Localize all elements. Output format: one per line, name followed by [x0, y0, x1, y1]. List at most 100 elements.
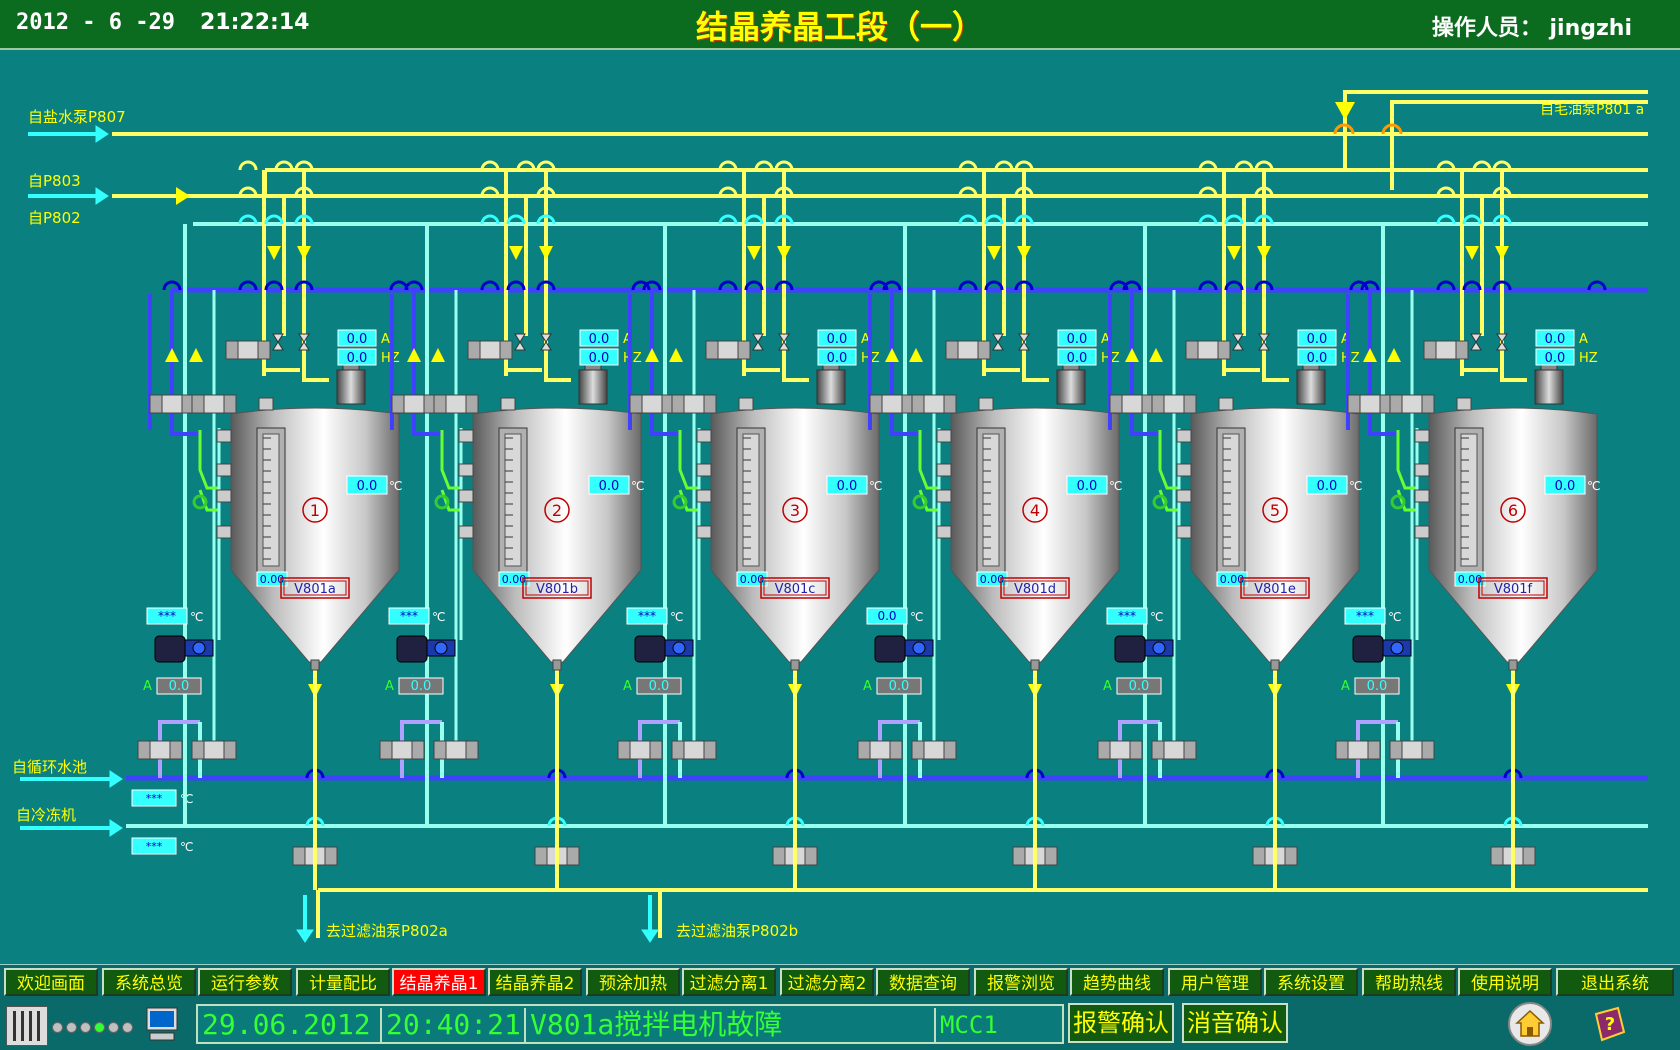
control-valve-icon[interactable] [154, 635, 186, 663]
tank-vessel[interactable] [1428, 407, 1598, 663]
return-valve[interactable] [1401, 740, 1423, 760]
control-valve-icon[interactable] [874, 635, 906, 663]
feed-valve[interactable] [479, 340, 501, 360]
tank-vessel[interactable] [472, 407, 642, 663]
agitator-motor-icon[interactable] [336, 369, 366, 405]
agitator-motor-icon[interactable] [816, 369, 846, 405]
cooling-valve[interactable] [1359, 394, 1381, 414]
tank-number: 3 [790, 501, 800, 520]
hand-valve-icon[interactable] [752, 333, 764, 351]
tank-vessel[interactable] [710, 407, 880, 663]
nav-button[interactable]: 报警浏览 [974, 968, 1068, 996]
return-valve[interactable] [1163, 740, 1185, 760]
hand-valve-icon[interactable] [514, 333, 526, 351]
nav-button[interactable]: 结晶养晶2 [488, 968, 582, 996]
cooling-valve[interactable] [881, 394, 903, 414]
nav-button[interactable]: 计量配比 [296, 968, 390, 996]
nav-button[interactable]: 用户管理 [1168, 968, 1262, 996]
control-valve-icon[interactable] [1352, 635, 1384, 663]
help-book-icon[interactable]: ? [1590, 1004, 1630, 1044]
nav-button[interactable]: 帮助热线 [1362, 968, 1456, 996]
nav-button[interactable]: 过滤分离1 [682, 968, 776, 996]
home-icon[interactable] [1508, 1002, 1552, 1046]
jacket-temp-unit: ℃ [910, 610, 923, 624]
nav-button[interactable]: 退出系统 [1556, 968, 1674, 996]
hand-valve-icon[interactable] [992, 333, 1004, 351]
feed-valve[interactable] [1435, 340, 1457, 360]
hand-valve-icon[interactable] [1258, 333, 1270, 351]
feed-valve-actuator [1455, 340, 1469, 360]
tank-vessel[interactable] [1190, 407, 1360, 663]
hand-valve-icon[interactable] [1232, 333, 1244, 351]
feed-valve[interactable] [717, 340, 739, 360]
cooling-valve[interactable] [203, 394, 225, 414]
computer-icon[interactable] [144, 1006, 180, 1042]
cooling-valve[interactable] [445, 394, 467, 414]
hand-valve-icon[interactable] [1496, 333, 1508, 351]
hand-valve-icon[interactable] [778, 333, 790, 351]
tank-vessel[interactable] [950, 407, 1120, 663]
control-valve-icon[interactable] [396, 635, 428, 663]
return-valve[interactable] [869, 740, 891, 760]
return-valve[interactable] [149, 740, 171, 760]
hand-valve-icon[interactable] [1470, 333, 1482, 351]
cooling-valve[interactable] [641, 394, 663, 414]
nav-button[interactable]: 预涂加热 [586, 968, 680, 996]
jacket-temp-unit: ℃ [1150, 610, 1163, 624]
nav-button[interactable]: 结晶养晶1 [392, 968, 486, 996]
control-valve-icon[interactable] [1114, 635, 1146, 663]
nav-button[interactable]: 系统设置 [1264, 968, 1358, 996]
cooling-valve-actuator [1389, 394, 1403, 414]
return-valve[interactable] [203, 740, 225, 760]
hand-valve-icon[interactable] [540, 333, 552, 351]
return-valve[interactable] [923, 740, 945, 760]
nav-button[interactable]: 系统总览 [102, 968, 196, 996]
hand-valve-icon[interactable] [272, 333, 284, 351]
feed-valve[interactable] [1197, 340, 1219, 360]
tank-vessel[interactable] [230, 407, 400, 663]
cooling-valve-actuator [703, 394, 717, 414]
cooling-valve[interactable] [1121, 394, 1143, 414]
plc-icon[interactable] [6, 1006, 48, 1046]
cooling-valve[interactable] [683, 394, 705, 414]
tank-tag: V801c [775, 582, 816, 597]
return-valve[interactable] [391, 740, 413, 760]
nav-button[interactable]: 欢迎画面 [4, 968, 98, 996]
return-valve[interactable] [1109, 740, 1131, 760]
cooling-valve[interactable] [1401, 394, 1423, 414]
return-valve[interactable] [445, 740, 467, 760]
control-valve-icon[interactable] [634, 635, 666, 663]
agitator-motor-icon[interactable] [1534, 369, 1564, 405]
return-valve-actuator [1151, 740, 1165, 760]
feed-valve[interactable] [237, 340, 259, 360]
flow-arrow-icon [777, 246, 791, 260]
nav-button[interactable]: 使用说明 [1458, 968, 1552, 996]
operator-label: 操作人员： jingzhi [1431, 16, 1632, 41]
nav-button[interactable]: 趋势曲线 [1070, 968, 1164, 996]
cooling-valve[interactable] [1163, 394, 1185, 414]
agitator-motor-icon[interactable] [1296, 369, 1326, 405]
hand-valve-icon[interactable] [298, 333, 310, 351]
nav-button[interactable]: 过滤分离2 [780, 968, 874, 996]
return-valve[interactable] [1347, 740, 1369, 760]
jacket-temp-unit: ℃ [670, 610, 683, 624]
nav-button[interactable]: 数据查询 [876, 968, 970, 996]
cooling-valve[interactable] [161, 394, 183, 414]
cooling-valve[interactable] [403, 394, 425, 414]
p802-label: 自P802 [28, 209, 81, 227]
return-valve[interactable] [683, 740, 705, 760]
cooling-valve-actuator [191, 394, 205, 414]
agitator-motor-icon[interactable] [578, 369, 608, 405]
flow-arrow-icon [165, 348, 179, 362]
feed-valve[interactable] [957, 340, 979, 360]
cooling-valve[interactable] [923, 394, 945, 414]
alarm-ack-button[interactable]: 报警确认 [1068, 1003, 1174, 1043]
nav-button[interactable]: 运行参数 [198, 968, 292, 996]
feed-valve-actuator [1185, 340, 1199, 360]
return-valve[interactable] [629, 740, 651, 760]
mute-ack-button[interactable]: 消音确认 [1182, 1003, 1288, 1043]
alarm-line[interactable]: 29.06.2012 20:40:21 V801a搅拌电机故障 MCC1 [196, 1004, 1064, 1044]
hand-valve-icon[interactable] [1018, 333, 1030, 351]
agitator-motor-icon[interactable] [1056, 369, 1086, 405]
motor-current-value: 0.0 [1067, 332, 1088, 347]
